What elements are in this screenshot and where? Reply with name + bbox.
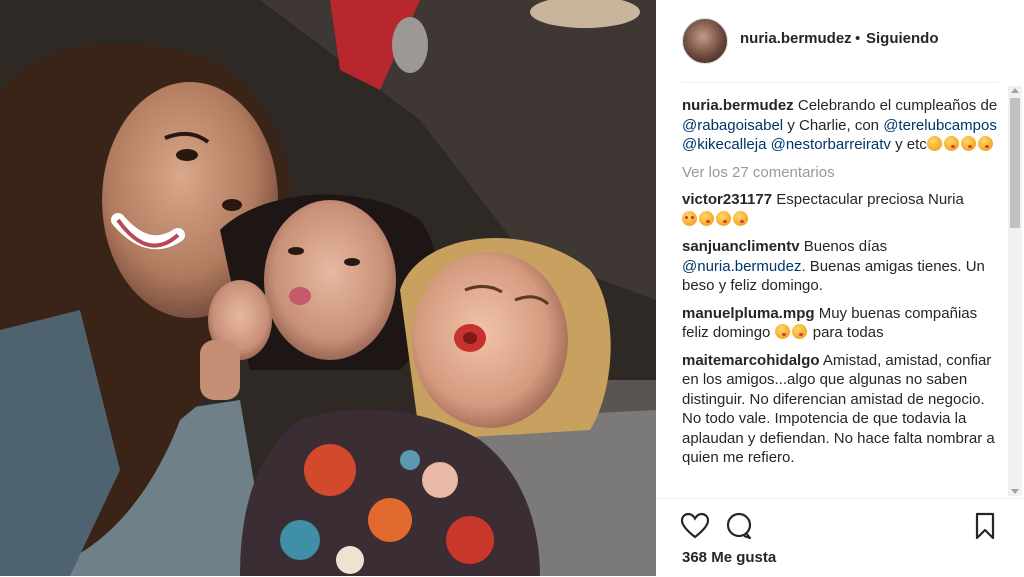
- kiss-emoji-icon: [699, 210, 714, 226]
- kiss-emoji-icon: [960, 136, 976, 151]
- scroll-up-arrow-icon[interactable]: [1011, 88, 1019, 93]
- comment-icon[interactable]: [724, 511, 754, 541]
- caption-text: y etc: [895, 136, 927, 153]
- mention-link[interactable]: @terelubcampos: [883, 117, 997, 134]
- comment-text: para todas: [812, 324, 884, 341]
- comment-username[interactable]: sanjuanclimentv: [682, 238, 800, 255]
- comment: manuelpluma.mpg Muy buenas compañias fel…: [682, 304, 1002, 343]
- header-divider: [682, 82, 998, 83]
- heart-eyes-emoji-icon: [682, 210, 697, 226]
- kiss-emoji-icon: [791, 324, 807, 339]
- scroll-down-arrow-icon[interactable]: [1011, 489, 1019, 494]
- header-separator: •: [855, 30, 861, 47]
- mention-link[interactable]: @nestorbarreiratv: [771, 136, 891, 153]
- post-header: nuria.bermudez • Siguiendo: [656, 0, 1024, 80]
- caption-text: Celebrando el cumpleaños de: [797, 97, 998, 114]
- author-username[interactable]: nuria.bermudez: [740, 30, 852, 47]
- bookmark-icon[interactable]: [970, 511, 1000, 541]
- comment: victor231177 Espectacular preciosa Nuria: [682, 190, 1002, 229]
- photo-illustration: [0, 0, 656, 576]
- mention-link[interactable]: @kikecalleja: [682, 136, 766, 153]
- caption-text: y Charlie, con: [787, 116, 880, 134]
- likes-count[interactable]: 368 Me gusta: [682, 549, 776, 566]
- comment-username[interactable]: manuelpluma.mpg: [682, 305, 815, 322]
- comment-username[interactable]: victor231177: [682, 191, 772, 208]
- post-side-panel: nuria.bermudez • Siguiendo nuria.bermude…: [656, 0, 1024, 576]
- kiss-emoji-icon: [943, 136, 959, 151]
- heart-icon[interactable]: [680, 511, 710, 541]
- post-photo[interactable]: [0, 0, 656, 576]
- mention-link[interactable]: @nuria.bermudez: [682, 258, 801, 275]
- kiss-emoji-icon: [733, 210, 748, 226]
- view-all-comments-link[interactable]: Ver los 27 comentarios: [682, 163, 1002, 183]
- comment-text: Buenos días: [803, 238, 888, 255]
- caption: nuria.bermudez Celebrando el cumpleaños …: [682, 96, 1002, 155]
- comment-text: Espectacular preciosa Nuria: [776, 191, 964, 208]
- mention-link[interactable]: @rabagoisabel: [682, 117, 783, 134]
- comment: sanjuanclimentv Buenos días @nuria.bermu…: [682, 237, 1002, 296]
- scroll-thumb[interactable]: [1010, 98, 1020, 228]
- kiss-emoji-icon: [774, 324, 790, 339]
- kiss-emoji-icon: [716, 210, 731, 226]
- post-actions: 368 Me gusta: [656, 498, 1024, 577]
- comment: maitemarcohidalgo Amistad, amistad, conf…: [682, 351, 1002, 468]
- comment-username[interactable]: maitemarcohidalgo: [682, 352, 820, 369]
- avatar[interactable]: [682, 18, 728, 64]
- tongue-emoji-icon: [926, 136, 942, 151]
- kiss-emoji-icon: [977, 136, 993, 151]
- comments-scrollbar[interactable]: [1008, 86, 1022, 496]
- follow-status-button[interactable]: Siguiendo: [866, 30, 939, 47]
- comments-list: nuria.bermudez Celebrando el cumpleaños …: [682, 96, 1002, 496]
- caption-username[interactable]: nuria.bermudez: [682, 97, 794, 114]
